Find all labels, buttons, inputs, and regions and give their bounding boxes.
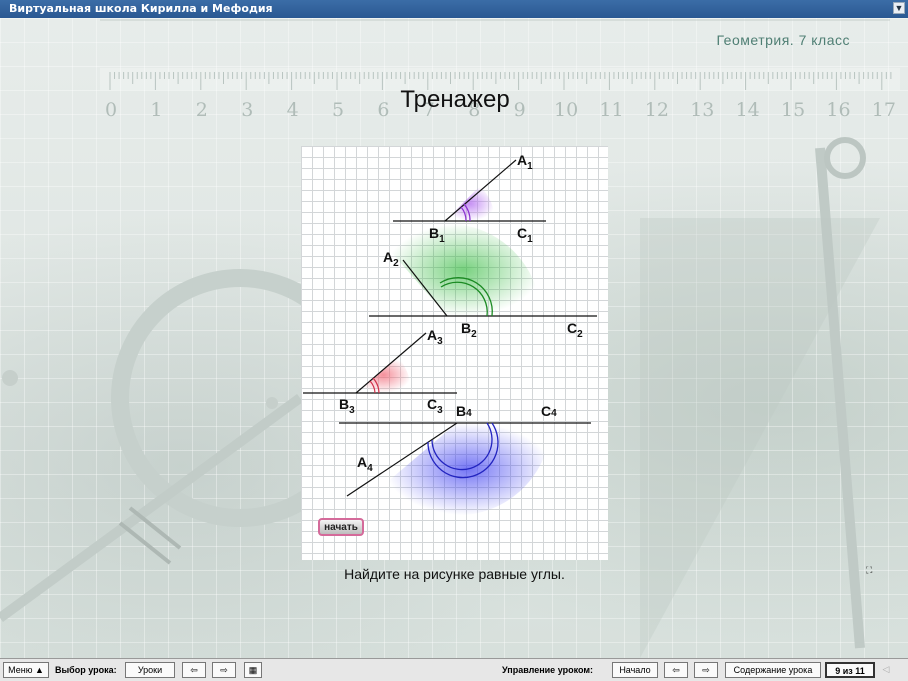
dropdown-arrow-icon[interactable]: ▼ bbox=[893, 2, 905, 14]
next-page-arrow-icon[interactable]: ⇨ bbox=[694, 662, 718, 678]
start-page-button[interactable]: Начало bbox=[612, 662, 658, 678]
label-b2: B2 bbox=[461, 320, 477, 340]
task-instruction: Найдите на рисунке равные углы. bbox=[344, 566, 565, 582]
label-c2: C2 bbox=[567, 320, 583, 340]
label-a3: A3 bbox=[427, 327, 443, 347]
prev-page-arrow-icon[interactable]: ⇦ bbox=[664, 662, 688, 678]
label-b3: B3 bbox=[339, 396, 355, 416]
label-c4: C4 bbox=[541, 403, 557, 419]
label-c1: C1 bbox=[517, 225, 533, 245]
menu-button[interactable]: Меню ▲ bbox=[3, 662, 49, 678]
prev-lesson-arrow-icon[interactable]: ⇦ bbox=[182, 662, 206, 678]
label-a1: A1 bbox=[517, 152, 533, 172]
window-title: Виртуальная школа Кирилла и Мефодия bbox=[9, 2, 273, 15]
page-counter: 9 из 11 bbox=[825, 662, 875, 678]
angle-4[interactable] bbox=[339, 422, 591, 516]
title-bar: Виртуальная школа Кирилла и Мефодия ▼ bbox=[0, 0, 908, 18]
select-lesson-label: Выбор урока: bbox=[55, 665, 117, 675]
label-b4: B4 bbox=[456, 403, 472, 419]
angles-diagram: A1 B1 C1 A2 B2 C2 A3 B3 C3 B4 C4 A4 bbox=[303, 152, 597, 516]
label-a4: A4 bbox=[357, 454, 373, 474]
bottom-toolbar: Меню ▲ Выбор урока: Уроки ⇦ ⇨ ▦ Управлен… bbox=[0, 658, 908, 681]
subject-label: Геометрия. 7 класс bbox=[716, 32, 850, 48]
lesson-stage: 0123456789101112131415161718 Геометрия. … bbox=[0, 18, 908, 658]
label-c3: C3 bbox=[427, 396, 443, 416]
angle-1[interactable] bbox=[393, 159, 546, 222]
start-exercise-button[interactable]: начать bbox=[318, 518, 364, 536]
page-title: Тренажер bbox=[400, 86, 510, 113]
sound-icon[interactable]: ◁ bbox=[880, 662, 892, 678]
lesson-contents-button[interactable]: Содержание урока bbox=[725, 662, 821, 678]
angle-2[interactable] bbox=[369, 223, 597, 317]
exercise-board: A1 B1 C1 A2 B2 C2 A3 B3 C3 B4 C4 A4 нача… bbox=[301, 146, 608, 560]
next-lesson-arrow-icon[interactable]: ⇨ bbox=[212, 662, 236, 678]
expand-icon[interactable]: ⛶ bbox=[866, 565, 876, 575]
grid-icon[interactable]: ▦ bbox=[244, 662, 262, 678]
lessons-button[interactable]: Уроки bbox=[125, 662, 175, 678]
lesson-control-label: Управление уроком: bbox=[502, 665, 593, 675]
